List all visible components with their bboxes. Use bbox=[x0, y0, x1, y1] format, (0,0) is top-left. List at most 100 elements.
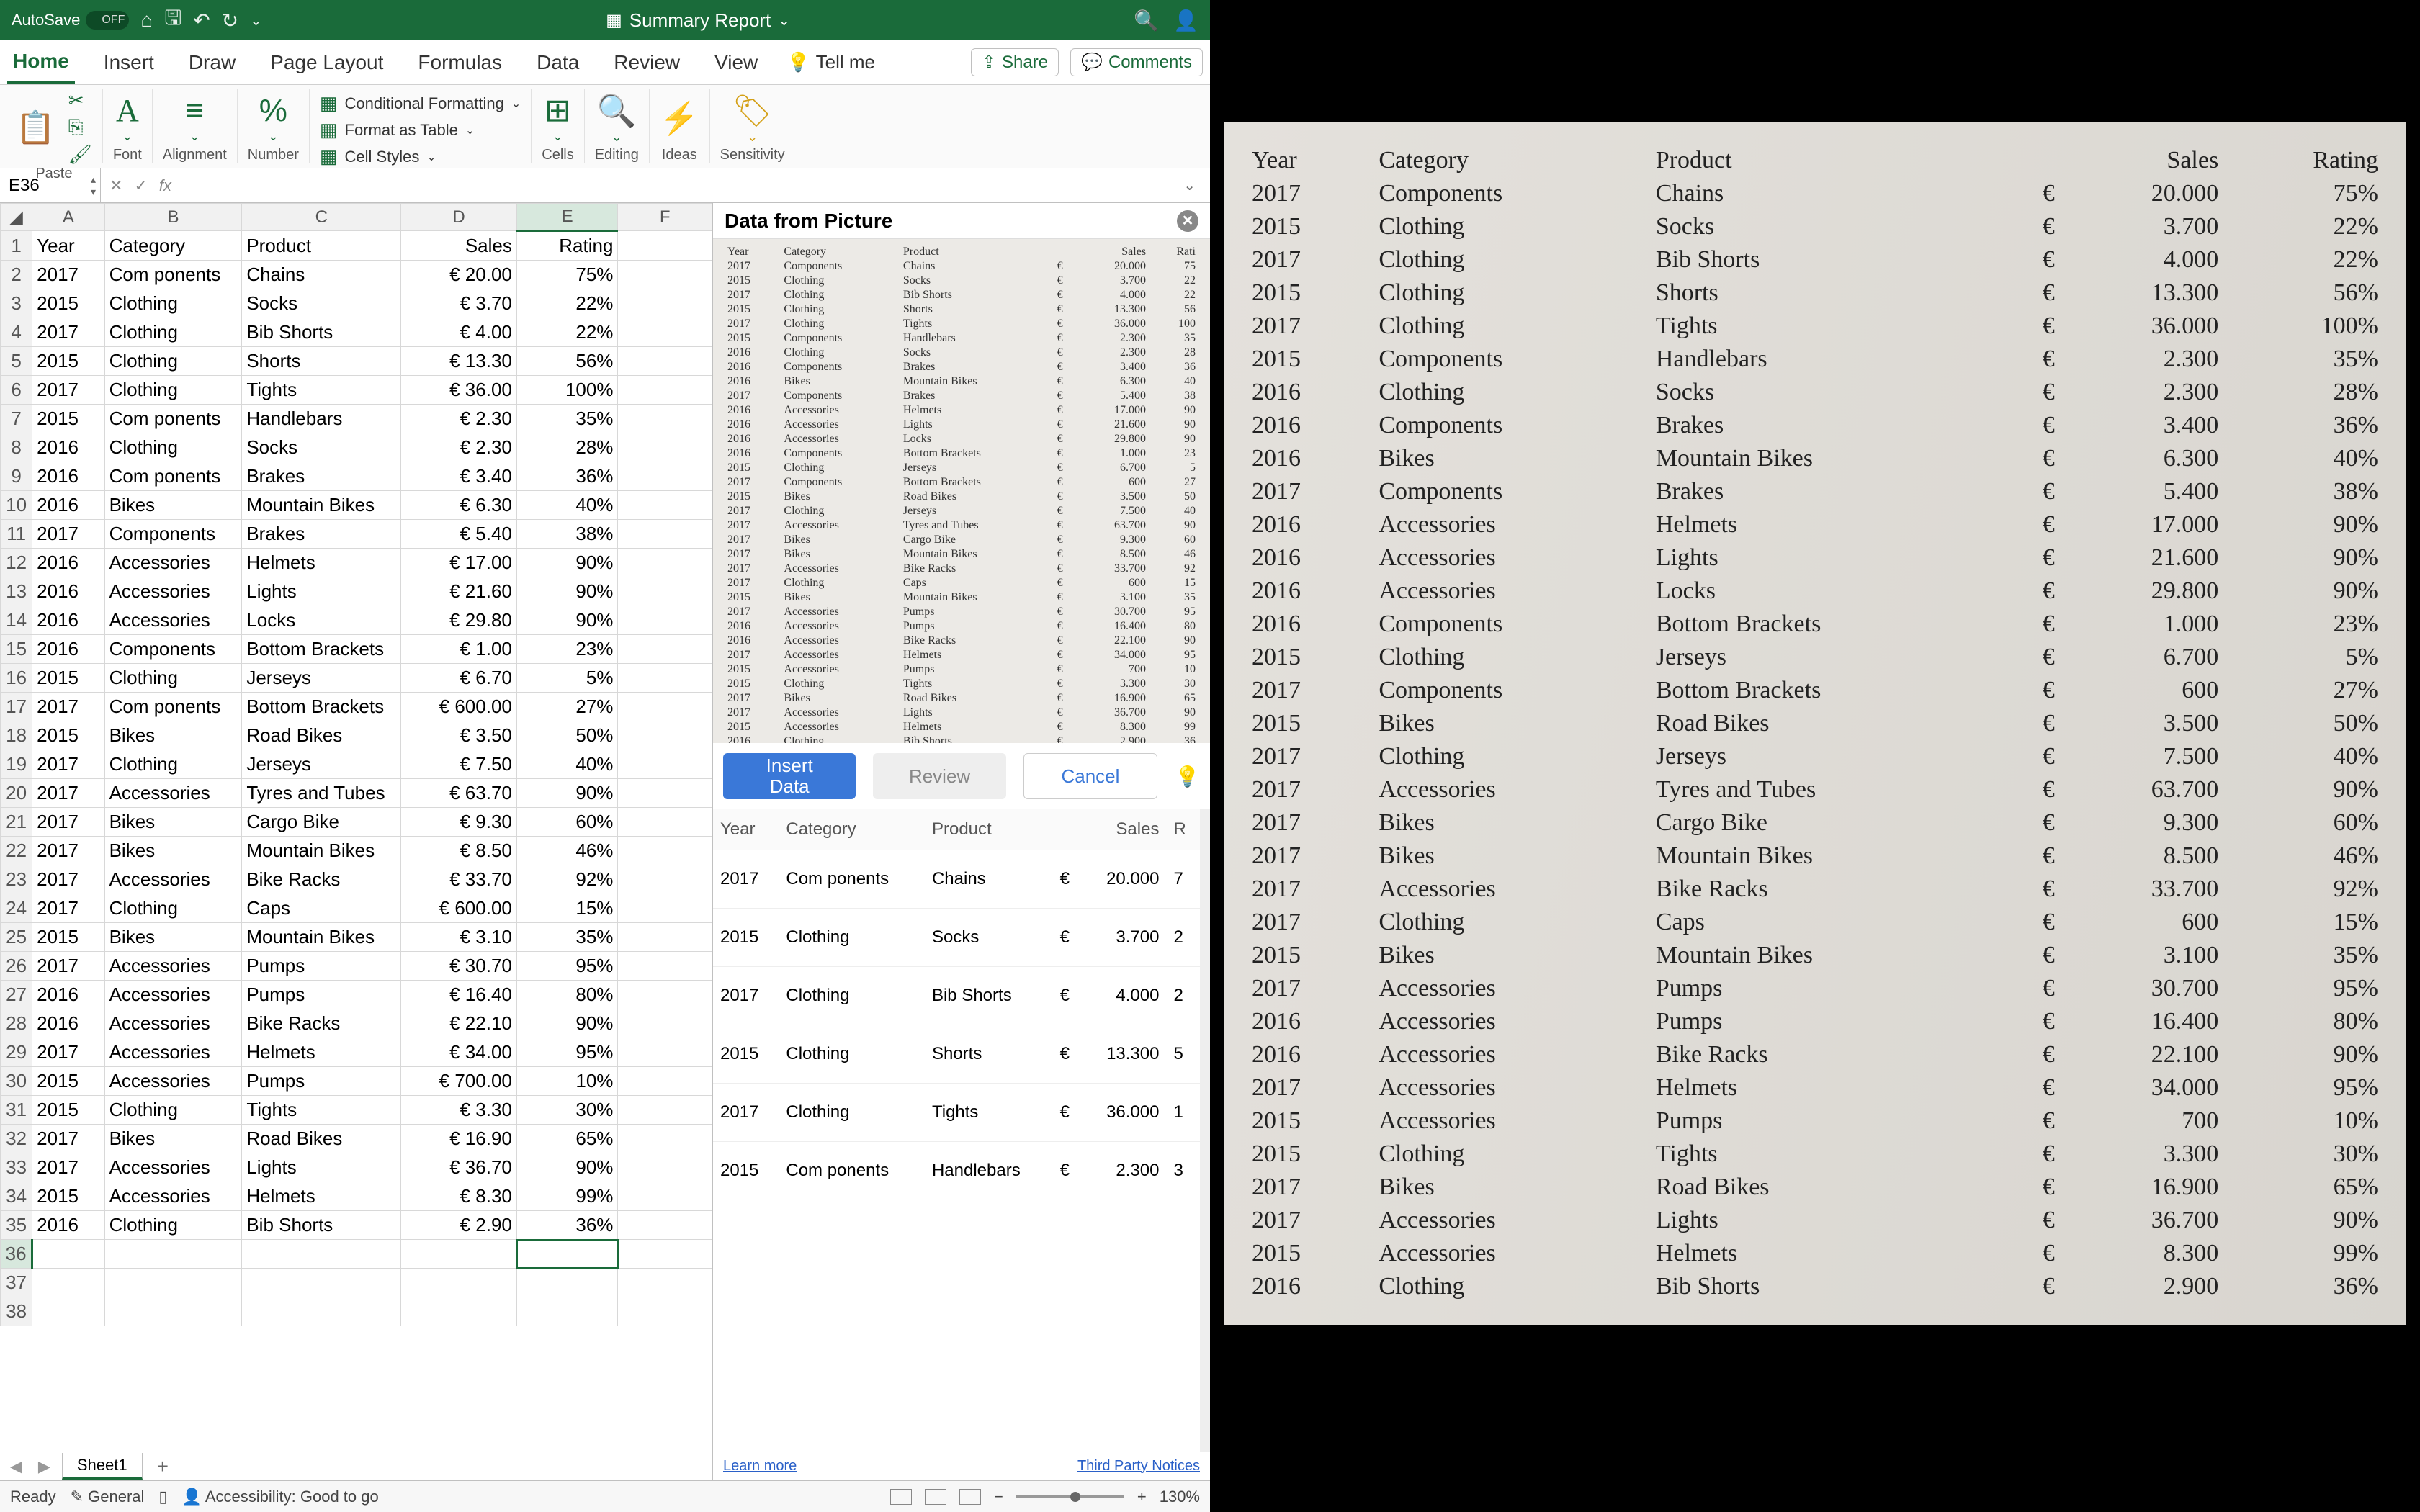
cell[interactable]: Bikes bbox=[104, 808, 242, 837]
cell[interactable] bbox=[618, 347, 712, 376]
cell[interactable]: € 2.30 bbox=[401, 405, 517, 433]
cell[interactable]: 2017 bbox=[32, 808, 104, 837]
enter-fx-icon[interactable]: ✓ bbox=[134, 176, 147, 195]
cell[interactable]: € 34.00 bbox=[401, 1038, 517, 1067]
cell[interactable]: Clothing bbox=[104, 318, 242, 347]
cell[interactable]: 2017 bbox=[32, 1153, 104, 1182]
cell[interactable]: 23% bbox=[516, 635, 618, 664]
cell[interactable]: 2016 bbox=[32, 1211, 104, 1240]
cell[interactable]: Com ponents bbox=[104, 693, 242, 721]
cell[interactable]: Locks bbox=[242, 606, 401, 635]
panel-scrollbar[interactable] bbox=[1200, 809, 1210, 1452]
cell[interactable] bbox=[618, 635, 712, 664]
cell[interactable]: Brakes bbox=[242, 520, 401, 549]
cell[interactable]: € 3.50 bbox=[401, 721, 517, 750]
cell[interactable]: Helmets bbox=[242, 1182, 401, 1211]
cell[interactable]: 65% bbox=[516, 1125, 618, 1153]
cell[interactable]: € 600.00 bbox=[401, 693, 517, 721]
cell[interactable]: 2015 bbox=[32, 405, 104, 433]
cell[interactable]: € 22.10 bbox=[401, 1009, 517, 1038]
cell[interactable]: € 8.30 bbox=[401, 1182, 517, 1211]
cell[interactable]: Accessories bbox=[104, 1009, 242, 1038]
cell[interactable] bbox=[104, 1240, 242, 1269]
cell[interactable]: Clothing bbox=[104, 1211, 242, 1240]
cell[interactable]: Pumps bbox=[242, 981, 401, 1009]
cell[interactable] bbox=[618, 1009, 712, 1038]
cell[interactable]: Bottom Brackets bbox=[242, 693, 401, 721]
cell[interactable]: Pumps bbox=[242, 1067, 401, 1096]
cell[interactable]: Mountain Bikes bbox=[242, 923, 401, 952]
cell[interactable]: Product bbox=[242, 231, 401, 261]
row-header[interactable]: 13 bbox=[1, 577, 32, 606]
accessibility-status[interactable]: 👤 Accessibility: Good to go bbox=[182, 1488, 379, 1506]
panel-th-sales[interactable]: Sales bbox=[1083, 809, 1166, 850]
cell[interactable]: € 30.70 bbox=[401, 952, 517, 981]
row-header[interactable]: 12 bbox=[1, 549, 32, 577]
cell[interactable]: € 13.30 bbox=[401, 347, 517, 376]
cell[interactable]: 2017 bbox=[32, 952, 104, 981]
cell[interactable]: 90% bbox=[516, 779, 618, 808]
cell[interactable]: € 7.50 bbox=[401, 750, 517, 779]
cell[interactable]: Bib Shorts bbox=[242, 318, 401, 347]
cell[interactable]: 75% bbox=[516, 261, 618, 289]
cell[interactable]: Clothing bbox=[104, 1096, 242, 1125]
zoom-in-button[interactable]: + bbox=[1137, 1488, 1147, 1506]
row-header[interactable]: 33 bbox=[1, 1153, 32, 1182]
cell[interactable] bbox=[618, 1182, 712, 1211]
cell[interactable] bbox=[242, 1240, 401, 1269]
cell[interactable] bbox=[401, 1269, 517, 1297]
cell[interactable] bbox=[618, 462, 712, 491]
cell[interactable]: 40% bbox=[516, 750, 618, 779]
row-header[interactable]: 22 bbox=[1, 837, 32, 865]
cell[interactable]: Jerseys bbox=[242, 750, 401, 779]
third-party-link[interactable]: Third Party Notices bbox=[1077, 1458, 1200, 1475]
cell[interactable] bbox=[618, 1297, 712, 1326]
tips-bulb-icon[interactable]: 💡 bbox=[1175, 765, 1200, 788]
col-header-e[interactable]: E bbox=[516, 204, 618, 231]
cell[interactable]: Com ponents bbox=[104, 261, 242, 289]
cell[interactable]: 2017 bbox=[32, 894, 104, 923]
cell[interactable]: Caps bbox=[242, 894, 401, 923]
row-header[interactable]: 25 bbox=[1, 923, 32, 952]
sheet-table[interactable]: ◢ A B C D E F 1YearCategoryProductSalesR… bbox=[0, 203, 712, 1326]
panel-data-table[interactable]: Year Category Product Sales R 2017Com po… bbox=[713, 809, 1200, 1452]
cell[interactable]: Clothing bbox=[104, 289, 242, 318]
stepper-down-icon[interactable]: ▾ bbox=[91, 186, 96, 198]
cell[interactable]: 2015 bbox=[32, 721, 104, 750]
cell[interactable]: 2015 bbox=[32, 664, 104, 693]
tab-view[interactable]: View bbox=[709, 40, 763, 84]
cell[interactable]: € 3.10 bbox=[401, 923, 517, 952]
cell[interactable]: 2016 bbox=[32, 1009, 104, 1038]
cell[interactable]: 90% bbox=[516, 577, 618, 606]
cell[interactable]: Clothing bbox=[104, 376, 242, 405]
cells-button[interactable]: ⊞⌄ bbox=[544, 92, 571, 144]
cell[interactable]: 2017 bbox=[32, 318, 104, 347]
cell[interactable] bbox=[401, 1240, 517, 1269]
cell[interactable] bbox=[618, 664, 712, 693]
cell[interactable]: € 20.00 bbox=[401, 261, 517, 289]
panel-th-product[interactable]: Product bbox=[925, 809, 1053, 850]
cell[interactable]: 40% bbox=[516, 491, 618, 520]
cell[interactable]: 50% bbox=[516, 721, 618, 750]
row-header[interactable]: 1 bbox=[1, 231, 32, 261]
row-header[interactable]: 18 bbox=[1, 721, 32, 750]
cut-icon[interactable]: ✂ bbox=[68, 89, 92, 112]
tab-formulas[interactable]: Formulas bbox=[412, 40, 508, 84]
row-header[interactable]: 11 bbox=[1, 520, 32, 549]
select-all-corner[interactable]: ◢ bbox=[1, 204, 32, 231]
cell[interactable]: 2017 bbox=[32, 376, 104, 405]
cell[interactable] bbox=[516, 1240, 618, 1269]
cell[interactable]: 2016 bbox=[32, 981, 104, 1009]
cell[interactable] bbox=[618, 289, 712, 318]
alignment-button[interactable]: ≡⌄ bbox=[185, 93, 204, 144]
cell[interactable]: € 6.30 bbox=[401, 491, 517, 520]
cell[interactable]: € 33.70 bbox=[401, 865, 517, 894]
cell[interactable]: € 63.70 bbox=[401, 779, 517, 808]
learn-more-link[interactable]: Learn more bbox=[723, 1458, 797, 1475]
cell[interactable] bbox=[618, 549, 712, 577]
cell[interactable]: 28% bbox=[516, 433, 618, 462]
table-row[interactable]: 2015ClothingSocks€3.7002 bbox=[713, 909, 1200, 967]
redo-icon[interactable]: ↻ bbox=[222, 9, 238, 32]
cell[interactable]: 2017 bbox=[32, 750, 104, 779]
cell[interactable]: Clothing bbox=[104, 750, 242, 779]
